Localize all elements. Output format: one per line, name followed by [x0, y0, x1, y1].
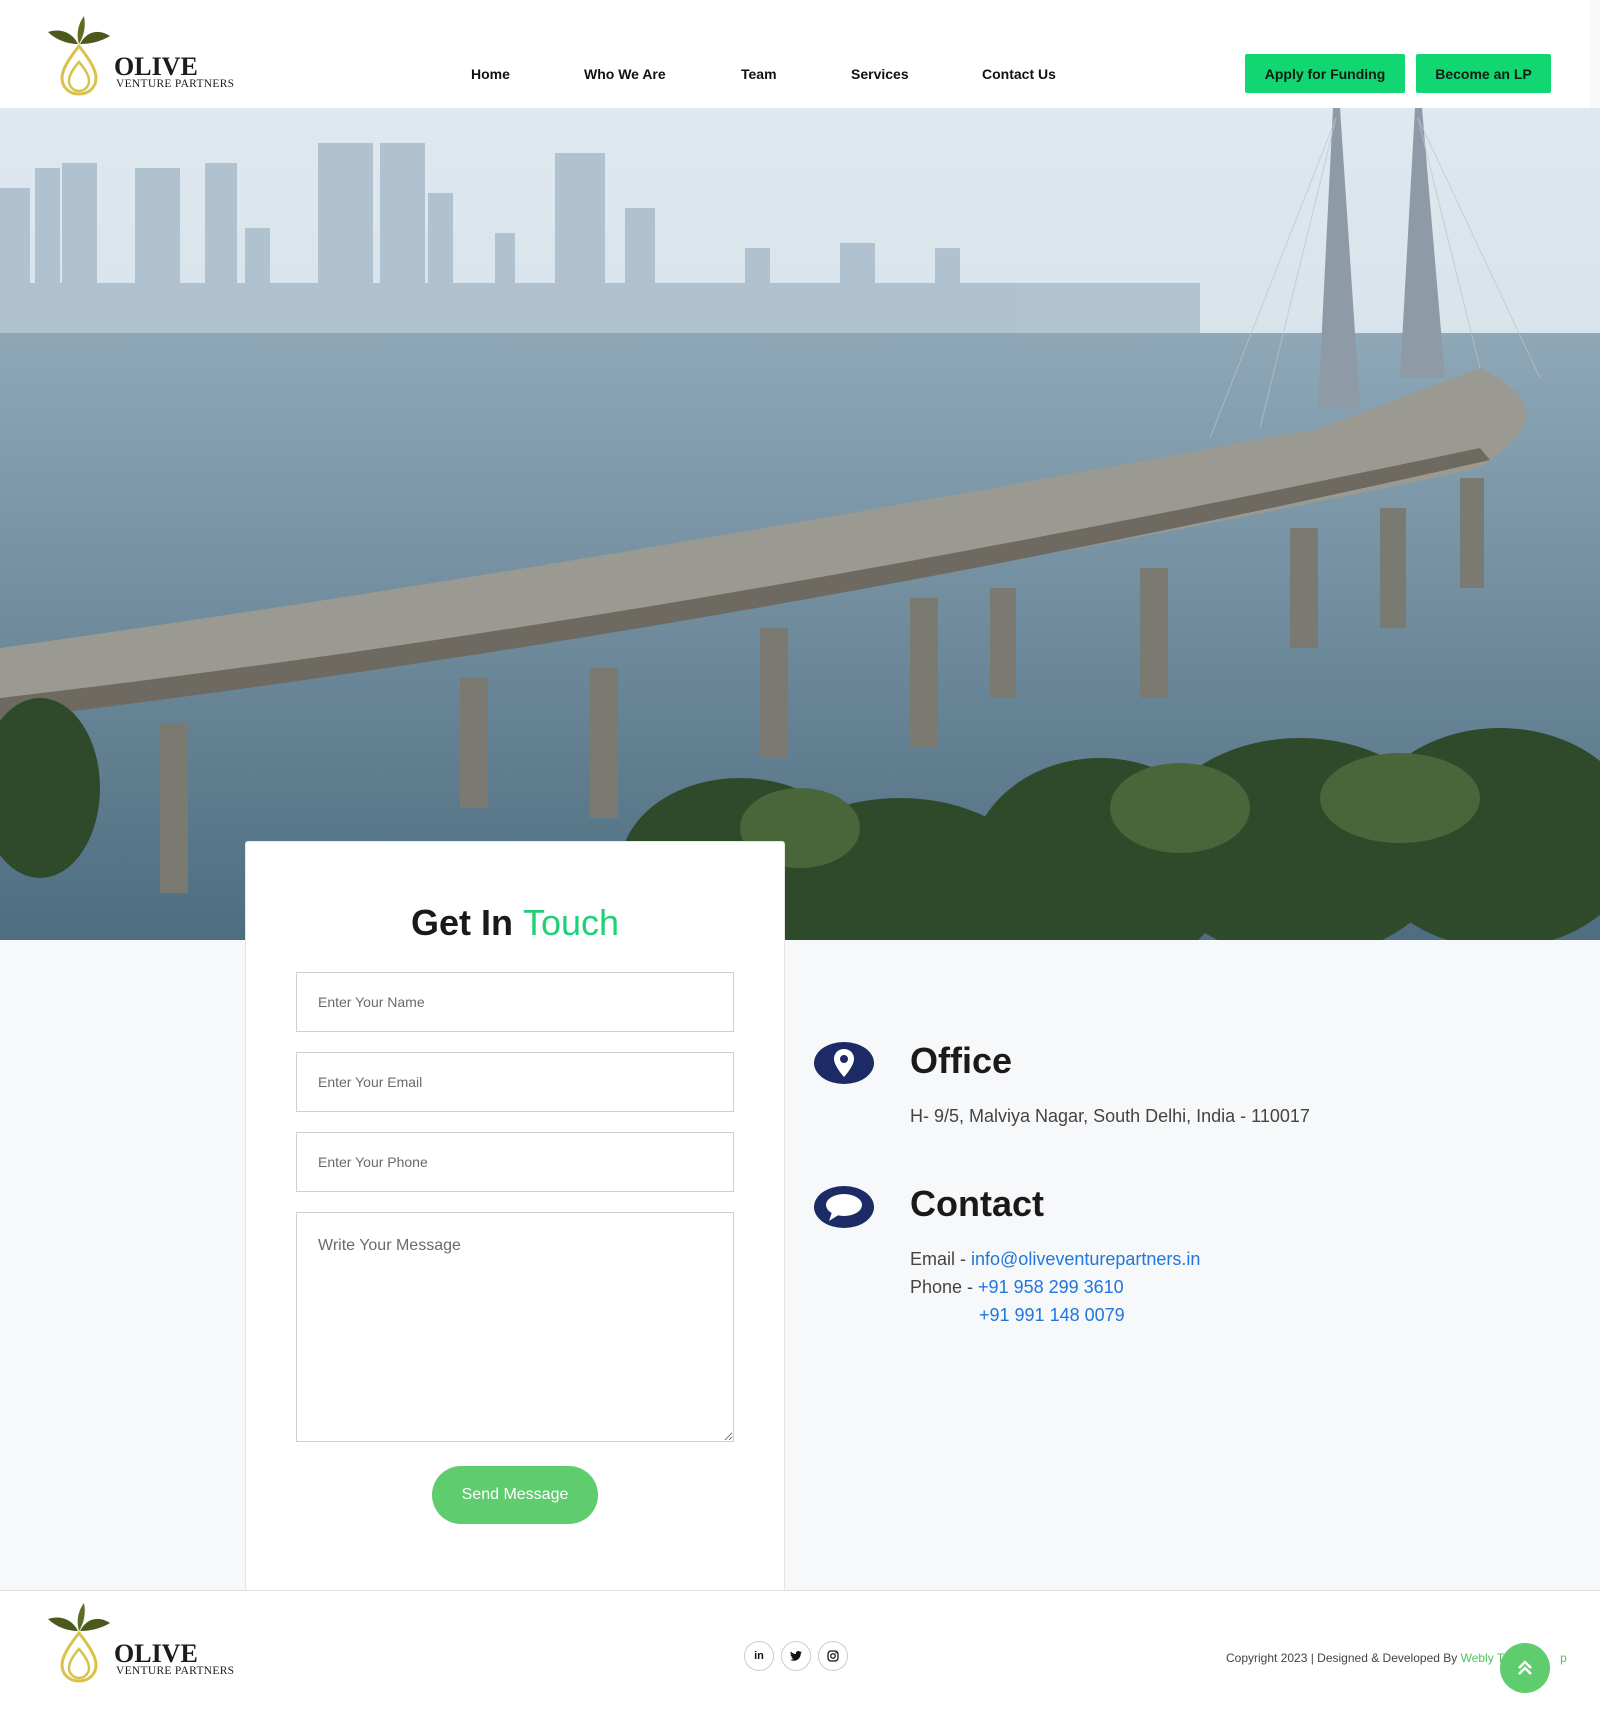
instagram-icon[interactable]	[818, 1641, 848, 1671]
email-link[interactable]: info@oliveventurepartners.in	[971, 1249, 1200, 1269]
contact-form-card: Get In Touch Send Message	[245, 841, 785, 1591]
form-title-accent: Touch	[522, 902, 620, 943]
site-footer: OLIVE VENTURE PARTNERS in Copyright 2023…	[0, 1590, 1600, 1722]
sea-link-illustration	[0, 108, 1600, 940]
map-pin-icon	[814, 1042, 874, 1084]
name-input[interactable]	[296, 972, 734, 1032]
nav-item-services[interactable]: Services	[851, 66, 909, 82]
brand-logo[interactable]: OLIVE VENTURE PARTNERS	[46, 14, 236, 96]
office-address: H- 9/5, Malviya Nagar, South Delhi, Indi…	[910, 1106, 1310, 1126]
message-textarea[interactable]	[296, 1212, 734, 1442]
contact-email-row: Email - info@oliveventurepartners.in	[910, 1249, 1200, 1270]
nav-item-contact-us[interactable]: Contact Us	[982, 66, 1056, 82]
form-title: Get In Touch	[246, 902, 784, 944]
phone-label: Phone -	[910, 1277, 979, 1297]
olive-leaf-icon	[48, 16, 110, 96]
phone-link-2[interactable]: +91 991 148 0079	[979, 1305, 1125, 1325]
brand-tagline: VENTURE PARTNERS	[116, 78, 235, 90]
become-an-lp-button[interactable]: Become an LP	[1416, 54, 1551, 93]
site-header: OLIVE VENTURE PARTNERS Home Who We Are T…	[0, 0, 1590, 108]
office-title: Office	[910, 1040, 1013, 1081]
nav-item-home[interactable]: Home	[471, 66, 510, 82]
scroll-to-top-button[interactable]	[1500, 1643, 1550, 1693]
nav-item-who-we-are[interactable]: Who We Are	[584, 66, 666, 82]
phone-link-1[interactable]: +91 958 299 3610	[978, 1277, 1124, 1297]
nav-item-team[interactable]: Team	[741, 66, 777, 82]
email-label: Email -	[910, 1249, 972, 1269]
form-title-main: Get In	[410, 902, 513, 943]
developer-link[interactable]: Webly T	[1461, 1651, 1505, 1665]
phone-input[interactable]	[296, 1132, 734, 1192]
apply-for-funding-button[interactable]: Apply for Funding	[1245, 54, 1405, 93]
send-message-button[interactable]: Send Message	[432, 1466, 598, 1524]
double-chevron-up-icon	[1518, 1660, 1532, 1675]
footer-brand-logo[interactable]: OLIVE VENTURE PARTNERS	[46, 1601, 236, 1683]
twitter-icon[interactable]	[781, 1641, 811, 1671]
linkedin-icon[interactable]: in	[744, 1641, 774, 1671]
linkedin-text: in	[754, 1650, 764, 1662]
olive-leaf-icon	[48, 1603, 110, 1683]
footer-brand-tagline: VENTURE PARTNERS	[116, 1665, 235, 1677]
developer-link-tail: p	[1560, 1651, 1567, 1665]
contact-phone-row: Phone - +91 958 299 3610	[910, 1277, 1124, 1298]
contact-title: Contact	[910, 1183, 1044, 1224]
chat-bubble-icon	[814, 1186, 874, 1228]
copyright-label: Copyright 2023 | Designed & Developed By	[1226, 1651, 1461, 1665]
contact-phone-row-2: +91 991 148 0079	[979, 1305, 1125, 1326]
email-input[interactable]	[296, 1052, 734, 1112]
hero-image	[0, 108, 1600, 940]
